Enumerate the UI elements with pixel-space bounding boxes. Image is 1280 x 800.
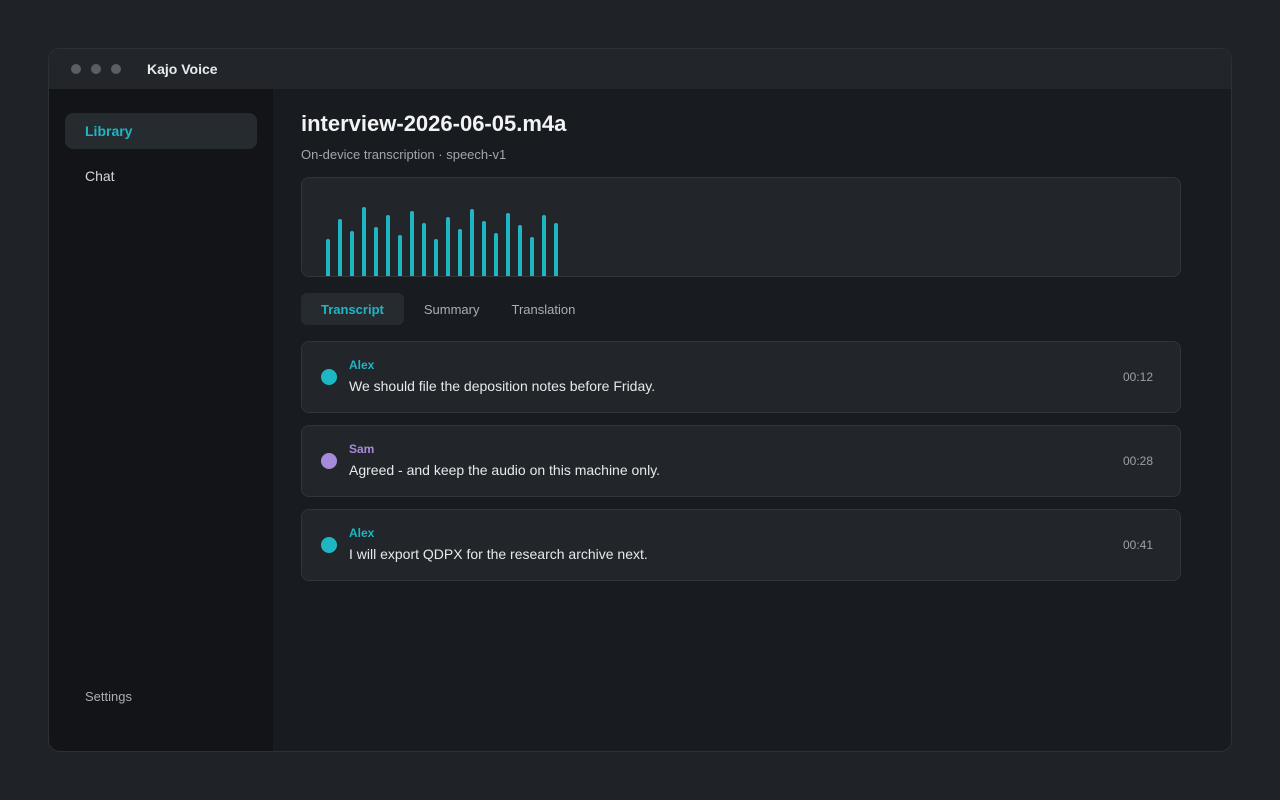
waveform-bar (458, 229, 462, 276)
title-bar: Kajo Voice (49, 49, 1231, 89)
waveform-bar (446, 217, 450, 276)
tab-transcript[interactable]: Transcript (301, 293, 404, 325)
waveform-bar (554, 223, 558, 276)
app-window: Kajo Voice Library Chat Settings intervi… (48, 48, 1232, 752)
speaker-name: Sam (349, 442, 375, 456)
segment-timestamp[interactable]: 00:41 (1123, 538, 1153, 552)
zoom-window-button[interactable] (111, 64, 121, 74)
transcript-segment[interactable]: Alex We should file the deposition notes… (301, 341, 1181, 413)
waveform-bar (398, 235, 402, 276)
app-title: Kajo Voice (147, 61, 218, 77)
sidebar: Library Chat Settings (49, 89, 273, 751)
sidebar-item-library[interactable]: Library (65, 113, 257, 149)
page-subtitle: On-device transcription · speech-v1 (301, 147, 507, 162)
speaker-color-dot (321, 453, 337, 469)
waveform-bar (338, 219, 342, 276)
tab-label: Translation (511, 301, 576, 317)
speaker-color-dot (321, 537, 337, 553)
main-content: interview-2026-06-05.m4a On-device trans… (273, 89, 1231, 751)
sidebar-item-chat[interactable]: Chat (65, 158, 257, 194)
view-tabs: Transcript Summary Translation (301, 293, 591, 325)
speaker-name: Alex (349, 358, 375, 372)
segment-timestamp[interactable]: 00:28 (1123, 454, 1153, 468)
waveform-bar (362, 207, 366, 276)
waveform-bar (518, 225, 522, 276)
segment-text: Agreed - and keep the audio on this mach… (349, 462, 661, 478)
window-controls (71, 64, 131, 74)
sidebar-item-label: Chat (85, 168, 115, 184)
tab-translation[interactable]: Translation (495, 293, 591, 325)
waveform-bar (494, 233, 498, 276)
waveform-bar (386, 215, 390, 276)
transcript-segment[interactable]: Sam Agreed - and keep the audio on this … (301, 425, 1181, 497)
waveform-bar (374, 227, 378, 276)
page-title: interview-2026-06-05.m4a (301, 111, 567, 136)
waveform-bar (530, 237, 534, 276)
waveform-bar (542, 215, 546, 276)
segment-text: I will export QDPX for the research arch… (349, 546, 648, 562)
speaker-color-dot (321, 369, 337, 385)
sidebar-item-label: Library (85, 123, 133, 139)
waveform-bar (482, 221, 486, 276)
segment-timestamp[interactable]: 00:12 (1123, 370, 1153, 384)
sidebar-item-settings[interactable]: Settings (65, 678, 257, 714)
tab-label: Summary (423, 301, 480, 317)
waveform-bar (410, 211, 414, 276)
waveform-panel[interactable] (301, 177, 1181, 277)
transcript-segment[interactable]: Alex I will export QDPX for the research… (301, 509, 1181, 581)
speaker-name: Alex (349, 526, 375, 540)
segment-text: We should file the deposition notes befo… (349, 378, 656, 394)
tab-label: Transcript (321, 301, 384, 317)
waveform-bar (326, 239, 330, 276)
close-window-button[interactable] (71, 64, 81, 74)
waveform-bar (470, 209, 474, 276)
waveform-bar (506, 213, 510, 276)
tab-summary[interactable]: Summary (404, 293, 496, 325)
waveform-bar (350, 231, 354, 276)
sidebar-item-label: Settings (85, 688, 132, 704)
waveform (326, 207, 558, 276)
minimize-window-button[interactable] (91, 64, 101, 74)
waveform-bar (422, 223, 426, 276)
waveform-bar (434, 239, 438, 276)
